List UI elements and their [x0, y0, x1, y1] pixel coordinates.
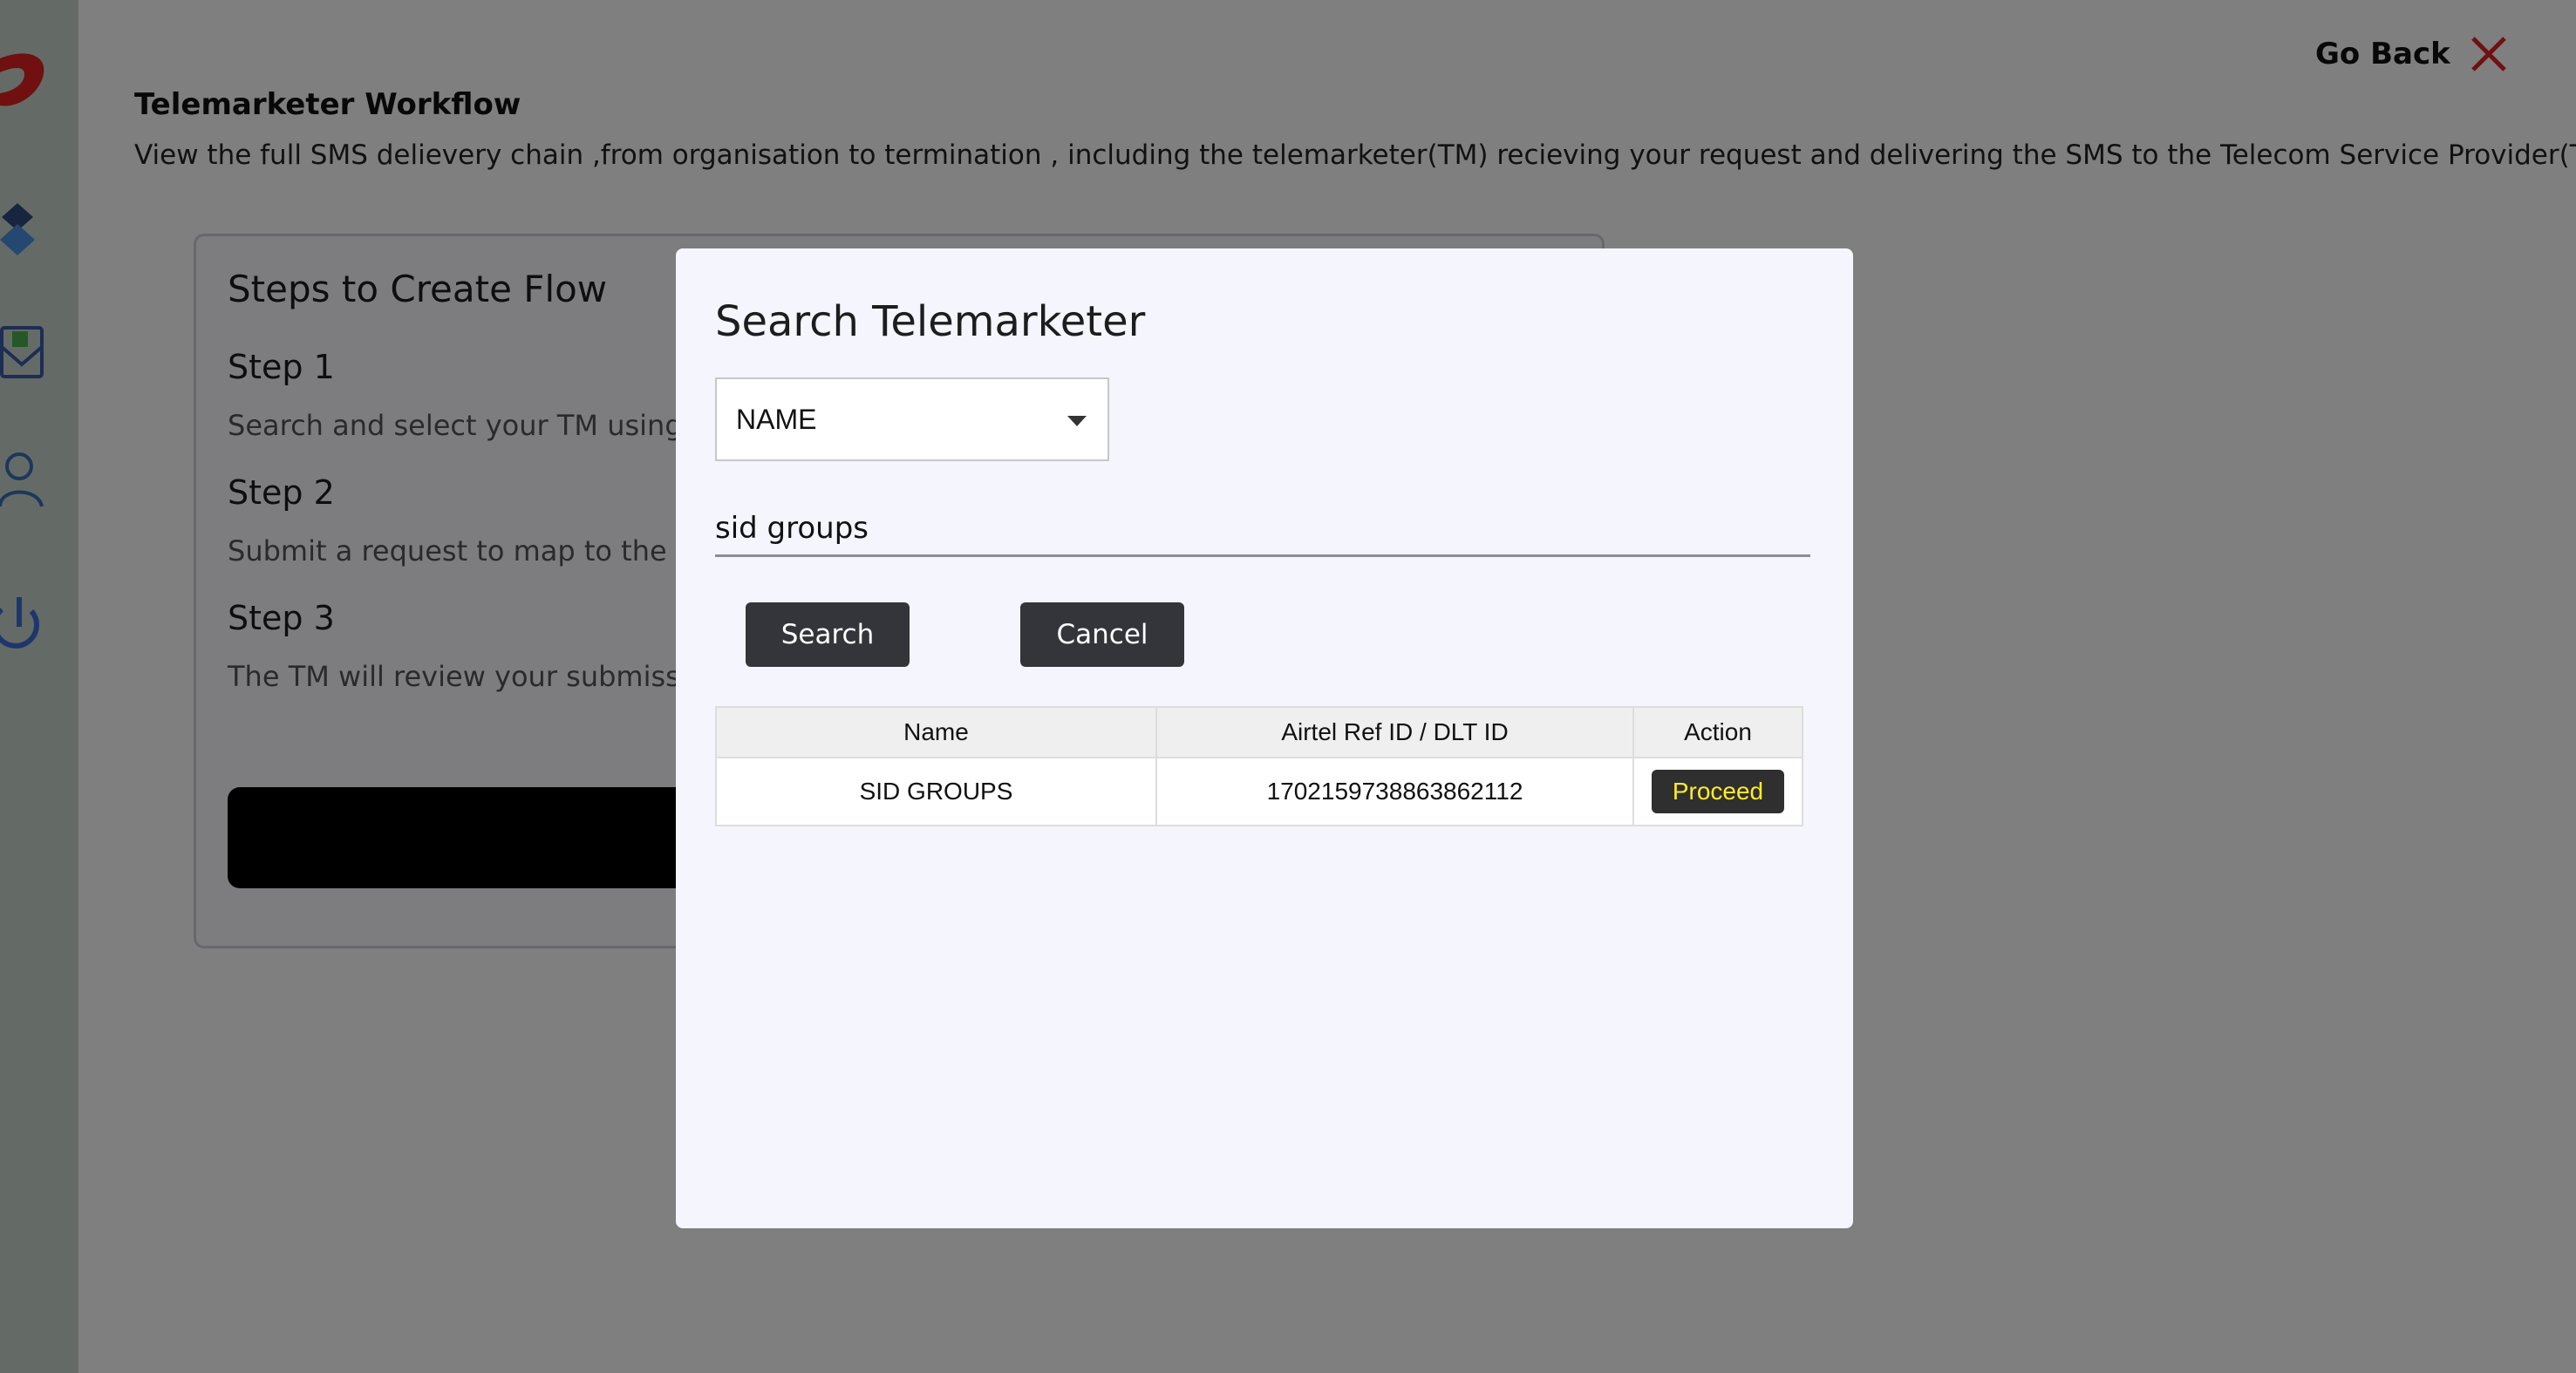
cancel-button[interactable]: Cancel: [1020, 602, 1184, 667]
modal-title: Search Telemarketer: [715, 297, 1146, 346]
column-header-ref-id: Airtel Ref ID / DLT ID: [1155, 706, 1634, 758]
column-header-action: Action: [1632, 706, 1803, 758]
results-table: Name Airtel Ref ID / DLT ID Action SID G…: [715, 706, 1803, 826]
cell-action: Proceed: [1632, 757, 1803, 826]
search-button[interactable]: Search: [746, 602, 910, 667]
cell-name: SID GROUPS: [715, 757, 1157, 826]
search-telemarketer-modal: Search Telemarketer NAME Search Cancel N…: [676, 248, 1853, 1228]
caret-down-icon: [1067, 416, 1087, 426]
cell-ref-id: 1702159738863862112: [1155, 757, 1634, 826]
search-input[interactable]: [715, 501, 1810, 557]
table-header-row: Name Airtel Ref ID / DLT ID Action: [715, 706, 1803, 758]
search-type-select[interactable]: NAME: [715, 377, 1109, 461]
column-header-name: Name: [715, 706, 1157, 758]
table-row: SID GROUPS 1702159738863862112 Proceed: [715, 757, 1803, 826]
proceed-button[interactable]: Proceed: [1652, 770, 1784, 813]
search-type-value: NAME: [736, 403, 817, 435]
